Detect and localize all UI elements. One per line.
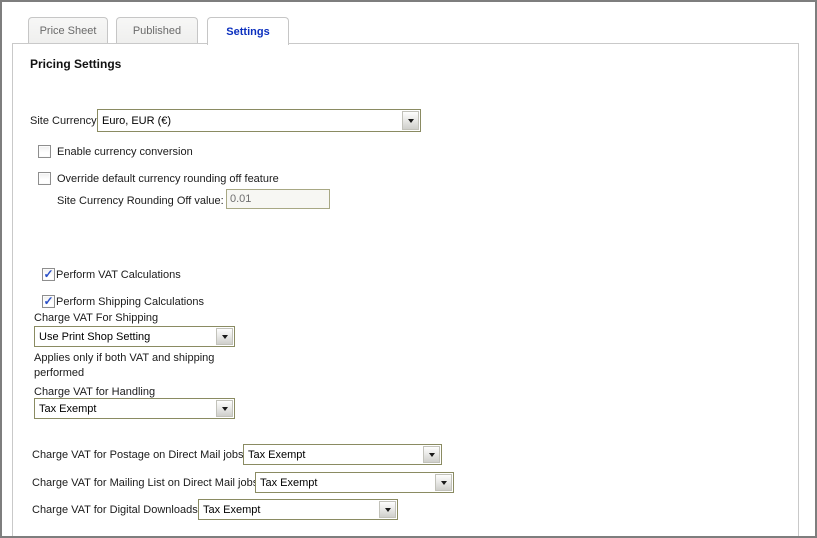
vat-shipping-select[interactable]: Use Print Shop Setting xyxy=(34,326,235,347)
vat-mailing-list-dropdown-button[interactable] xyxy=(435,474,452,491)
vat-mailing-list-value: Tax Exempt xyxy=(256,477,434,489)
vat-handling-select[interactable]: Tax Exempt xyxy=(34,398,235,419)
vat-shipping-note: Applies only if both VAT and shipping pe… xyxy=(34,351,239,381)
rounding-value-label: Site Currency Rounding Off value: xyxy=(57,195,224,207)
site-currency-label: Site Currency xyxy=(30,115,97,127)
tab-price-sheet-label: Price Sheet xyxy=(40,25,97,37)
site-currency-value: Euro, EUR (€) xyxy=(98,115,401,127)
vat-digital-label: Charge VAT for Digital Downloads xyxy=(32,504,198,516)
perform-vat-checkbox[interactable] xyxy=(42,268,55,281)
chevron-down-icon xyxy=(429,453,435,457)
vat-digital-dropdown-button[interactable] xyxy=(379,501,396,518)
vat-handling-dropdown-button[interactable] xyxy=(216,400,233,417)
rounding-value-input xyxy=(226,189,330,209)
override-rounding-label: Override default currency rounding off f… xyxy=(57,173,279,185)
vat-shipping-value: Use Print Shop Setting xyxy=(35,331,215,343)
vat-postage-label: Charge VAT for Postage on Direct Mail jo… xyxy=(32,449,244,461)
perform-vat-label: Perform VAT Calculations xyxy=(56,269,181,281)
perform-shipping-label: Perform Shipping Calculations xyxy=(56,296,204,308)
chevron-down-icon xyxy=(222,335,228,339)
vat-shipping-label: Charge VAT For Shipping xyxy=(34,312,158,324)
enable-currency-conversion-checkbox[interactable] xyxy=(38,145,51,158)
override-rounding-checkbox[interactable] xyxy=(38,172,51,185)
vat-digital-select[interactable]: Tax Exempt xyxy=(198,499,398,520)
settings-panel: Pricing Settings Site Currency Euro, EUR… xyxy=(12,43,799,538)
tab-settings[interactable]: Settings xyxy=(207,17,289,45)
chevron-down-icon xyxy=(408,119,414,123)
vat-postage-select[interactable]: Tax Exempt xyxy=(243,444,442,465)
vat-digital-value: Tax Exempt xyxy=(199,504,378,516)
vat-shipping-dropdown-button[interactable] xyxy=(216,328,233,345)
site-currency-select[interactable]: Euro, EUR (€) xyxy=(97,109,421,132)
tab-published[interactable]: Published xyxy=(116,17,198,43)
vat-postage-value: Tax Exempt xyxy=(244,449,422,461)
chevron-down-icon xyxy=(222,407,228,411)
vat-mailing-list-label: Charge VAT for Mailing List on Direct Ma… xyxy=(32,477,258,489)
page-title: Pricing Settings xyxy=(30,57,121,71)
vat-handling-label: Charge VAT for Handling xyxy=(34,386,155,398)
tab-price-sheet[interactable]: Price Sheet xyxy=(28,17,108,43)
enable-currency-conversion-label: Enable currency conversion xyxy=(57,146,193,158)
vat-mailing-list-select[interactable]: Tax Exempt xyxy=(255,472,454,493)
pricing-settings-screen: Price Sheet Published Settings Pricing S… xyxy=(0,0,817,538)
chevron-down-icon xyxy=(385,508,391,512)
chevron-down-icon xyxy=(441,481,447,485)
vat-postage-dropdown-button[interactable] xyxy=(423,446,440,463)
perform-shipping-checkbox[interactable] xyxy=(42,295,55,308)
site-currency-dropdown-button[interactable] xyxy=(402,111,419,130)
tab-settings-label: Settings xyxy=(226,26,269,38)
tab-published-label: Published xyxy=(133,25,181,37)
vat-handling-value: Tax Exempt xyxy=(35,403,215,415)
